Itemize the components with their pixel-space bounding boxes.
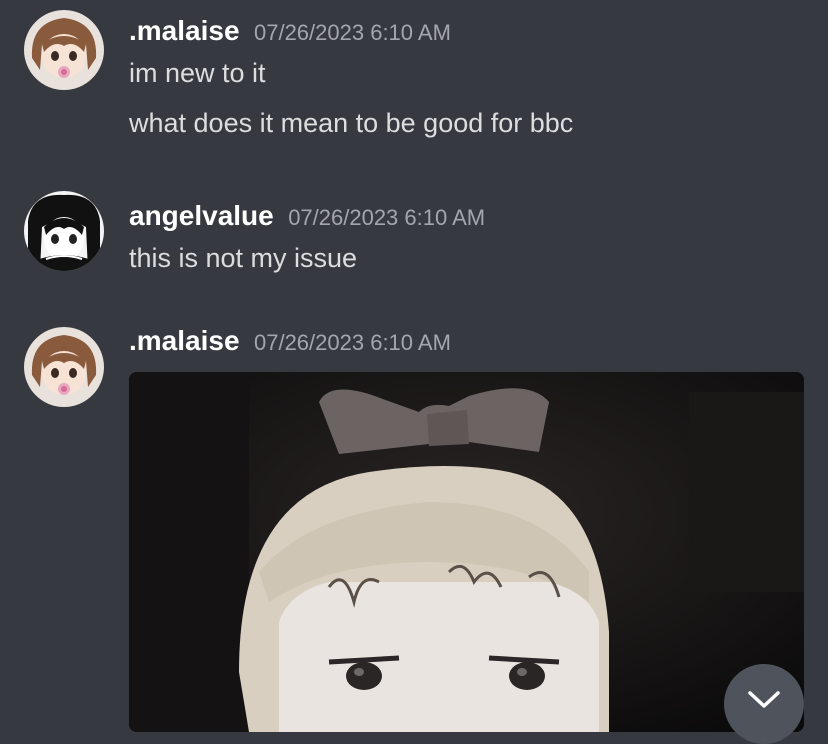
image-attachment[interactable] bbox=[129, 372, 804, 732]
avatar[interactable] bbox=[24, 10, 104, 90]
avatar-monochrome-girl-icon bbox=[24, 191, 104, 271]
message-text: what does it mean to be good for bbc bbox=[129, 108, 574, 138]
message-header: angelvalue 07/26/2023 6:10 AM bbox=[129, 200, 485, 232]
timestamp: 07/26/2023 6:10 AM bbox=[253, 330, 451, 355]
message-header: .malaise 07/26/2023 6:10 AM bbox=[129, 15, 451, 47]
avatar[interactable] bbox=[24, 327, 104, 407]
avatar-brown-hair-girl-icon bbox=[24, 10, 104, 90]
anime-character-image bbox=[129, 372, 804, 732]
avatar-brown-hair-girl-icon bbox=[24, 327, 104, 407]
timestamp: 07/26/2023 6:10 AM bbox=[288, 205, 486, 230]
avatar[interactable] bbox=[24, 191, 104, 271]
chevron-down-icon bbox=[748, 691, 780, 708]
message-text: this is not my issue bbox=[129, 243, 358, 273]
message-text: im new to it bbox=[129, 58, 266, 88]
scroll-to-bottom-button[interactable] bbox=[724, 664, 804, 744]
username[interactable]: angelvalue bbox=[129, 200, 274, 231]
timestamp: 07/26/2023 6:10 AM bbox=[253, 20, 451, 45]
username[interactable]: .malaise bbox=[129, 15, 240, 46]
username[interactable]: .malaise bbox=[129, 325, 240, 356]
chat-message-list: .malaise 07/26/2023 6:10 AM im new to it… bbox=[0, 0, 828, 744]
message-header: .malaise 07/26/2023 6:10 AM bbox=[129, 325, 451, 357]
